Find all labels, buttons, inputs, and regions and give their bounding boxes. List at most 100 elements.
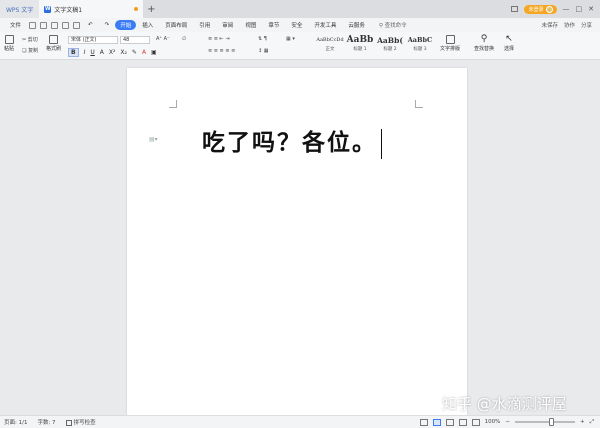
preview-icon[interactable] [73, 21, 81, 29]
underline-button[interactable]: U [90, 49, 94, 56]
document-text: 吃了吗？各位。 [202, 129, 377, 156]
document-text-line[interactable]: 吃了吗？各位。 [202, 123, 382, 159]
tab-cloud[interactable]: 云服务 [342, 21, 371, 29]
zoom-level[interactable]: 100% [485, 419, 501, 425]
style-heading-2-preview: AaBb( [377, 36, 403, 45]
zoom-slider[interactable] [514, 418, 575, 426]
read-view-icon[interactable] [471, 418, 480, 426]
new-file-icon[interactable] [29, 21, 37, 29]
tab-developer[interactable]: 开发工具 [308, 21, 342, 29]
style-heading-3-label: 标题 3 [413, 47, 427, 52]
paste-button[interactable]: 粘贴 [4, 35, 14, 52]
italic-button[interactable]: I [84, 49, 86, 56]
highlight-icon[interactable]: ✎ [132, 49, 137, 56]
find-replace-button[interactable]: ⚲ 查找替换 [474, 34, 495, 53]
vertical-scrollbar[interactable] [592, 61, 600, 415]
cut-button[interactable]: ✂ 剪切 [22, 36, 38, 43]
style-heading-1-label: 标题 1 [353, 47, 367, 52]
eye-icon[interactable] [419, 418, 428, 426]
text-tools-button[interactable]: 文字排版 [440, 35, 460, 52]
redo-icon[interactable]: ↷ [99, 22, 116, 28]
close-icon[interactable]: ✕ [588, 5, 594, 13]
document-tab-label: 文字文稿1 [54, 6, 83, 14]
new-tab-button[interactable]: + [143, 4, 159, 15]
document-page[interactable]: ▤▾ 吃了吗？各位。 [127, 68, 467, 415]
shading-icon[interactable]: ▦ ▾ [286, 36, 295, 42]
char-border-icon[interactable]: ▣ [151, 49, 157, 56]
paste-label: 粘贴 [4, 46, 15, 52]
bold-button[interactable]: B [68, 48, 79, 57]
open-icon[interactable] [40, 21, 48, 29]
wps-window: WPS 文字 W 文字文稿1 + 未登录 — □ ✕ 文件 ↶ ↷ 开始 插入 … [0, 0, 600, 428]
strikethrough-button[interactable]: A [100, 49, 104, 56]
tab-view[interactable]: 视图 [239, 21, 262, 29]
tab-home[interactable]: 开始 [115, 20, 137, 30]
title-bar: WPS 文字 W 文字文稿1 + 未登录 — □ ✕ [0, 0, 600, 18]
search-icon: ⚲ [378, 23, 383, 29]
text-caret [381, 129, 382, 159]
menu-bar: 文件 ↶ ↷ 开始 插入 页面布局 引用 审阅 视图 章节 安全 开发工具 云服… [0, 18, 600, 32]
zoom-out-icon[interactable]: − [505, 419, 510, 425]
paragraph-handle-icon[interactable]: ▤▾ [149, 136, 158, 143]
style-heading-1[interactable]: AaBb 标题 1 [346, 35, 374, 52]
unsaved-button[interactable]: 未保存 [541, 21, 558, 29]
page-view-icon[interactable] [432, 418, 441, 426]
command-search[interactable]: ⚲ 查找命令 [371, 21, 407, 29]
format-row: B I U A X² X₂ ✎ A ▣ [68, 48, 157, 57]
style-heading-2-label: 标题 2 [383, 47, 397, 52]
menu-file[interactable]: 文件 [4, 21, 27, 29]
maximize-icon[interactable]: □ [576, 5, 583, 13]
subscript-button[interactable]: X₂ [120, 49, 127, 56]
login-button[interactable]: 未登录 [524, 4, 557, 14]
login-label: 未登录 [528, 6, 544, 13]
format-painter-label: 格式刷 [46, 46, 62, 52]
style-heading-3[interactable]: AaBbC 标题 3 [406, 35, 434, 52]
print-icon[interactable] [62, 21, 70, 29]
status-bar-right: 100% − + ⤢ [419, 418, 600, 426]
bullet-list-icon[interactable]: ≡ ≡ ⇤ ⇥ [208, 36, 230, 42]
copy-label: 复制 [28, 48, 39, 54]
font-size-select[interactable]: 48 [120, 36, 150, 44]
tab-references[interactable]: 引用 [193, 21, 216, 29]
select-button[interactable]: ↖ 选择 [504, 35, 514, 53]
collab-button[interactable]: 协作 [564, 21, 575, 29]
zoom-in-icon[interactable]: + [580, 419, 585, 425]
spell-check-toggle[interactable]: 拼写检查 [65, 418, 96, 426]
tab-sections[interactable]: 章节 [262, 21, 285, 29]
font-color-button[interactable]: A [142, 49, 146, 56]
style-normal-label: 正文 [325, 47, 335, 52]
style-heading-2[interactable]: AaBb( 标题 2 [376, 35, 404, 52]
page-count: 页面: 1/1 [4, 420, 28, 426]
tab-insert[interactable]: 插入 [136, 21, 159, 29]
save-icon[interactable] [51, 21, 59, 29]
word-count[interactable]: 字数: 7 [37, 418, 55, 426]
app-tab[interactable]: WPS 文字 [0, 0, 40, 18]
zoom-slider-knob[interactable] [548, 418, 554, 426]
web-view-icon[interactable] [458, 418, 467, 426]
style-normal[interactable]: AaBbCcDd 正文 [316, 35, 344, 52]
grow-font-icon[interactable]: A⁺ A⁻ [156, 36, 170, 42]
font-name-select[interactable]: 宋体 (正文) [68, 36, 118, 44]
tab-security[interactable]: 安全 [285, 21, 308, 29]
copy-button[interactable]: ❏ 复制 [22, 47, 38, 54]
minimize-icon[interactable]: — [563, 5, 570, 13]
fullscreen-icon[interactable]: ⤢ [590, 419, 594, 426]
tab-page-layout[interactable]: 页面布局 [159, 21, 193, 29]
line-spacing-icon[interactable]: ↕ ▦ [258, 48, 269, 54]
magnifier-icon: ⚲ [480, 34, 488, 44]
document-canvas: ▤▾ 吃了吗？各位。 知乎 @水滴测评屋 [0, 61, 600, 415]
tab-review[interactable]: 审阅 [216, 21, 239, 29]
clear-format-icon[interactable]: ∅ [182, 36, 186, 42]
text-tools-label: 文字排版 [440, 46, 461, 52]
document-tab[interactable]: W 文字文稿1 [39, 0, 144, 18]
command-search-label: 查找命令 [384, 23, 407, 29]
sort-icon[interactable]: ⇅ ¶ [258, 36, 267, 42]
find-replace-label: 查找替换 [474, 46, 495, 52]
share-button[interactable]: 分享 [581, 21, 592, 29]
undo-icon[interactable]: ↶ [82, 22, 99, 28]
superscript-button[interactable]: X² [109, 49, 116, 56]
format-painter-button[interactable]: 格式刷 [46, 35, 61, 52]
window-layout-icon[interactable] [511, 6, 519, 12]
align-left-icon[interactable]: ≡ ≡ ≡ ≡ ≡ [208, 48, 235, 54]
outline-view-icon[interactable] [445, 418, 454, 426]
